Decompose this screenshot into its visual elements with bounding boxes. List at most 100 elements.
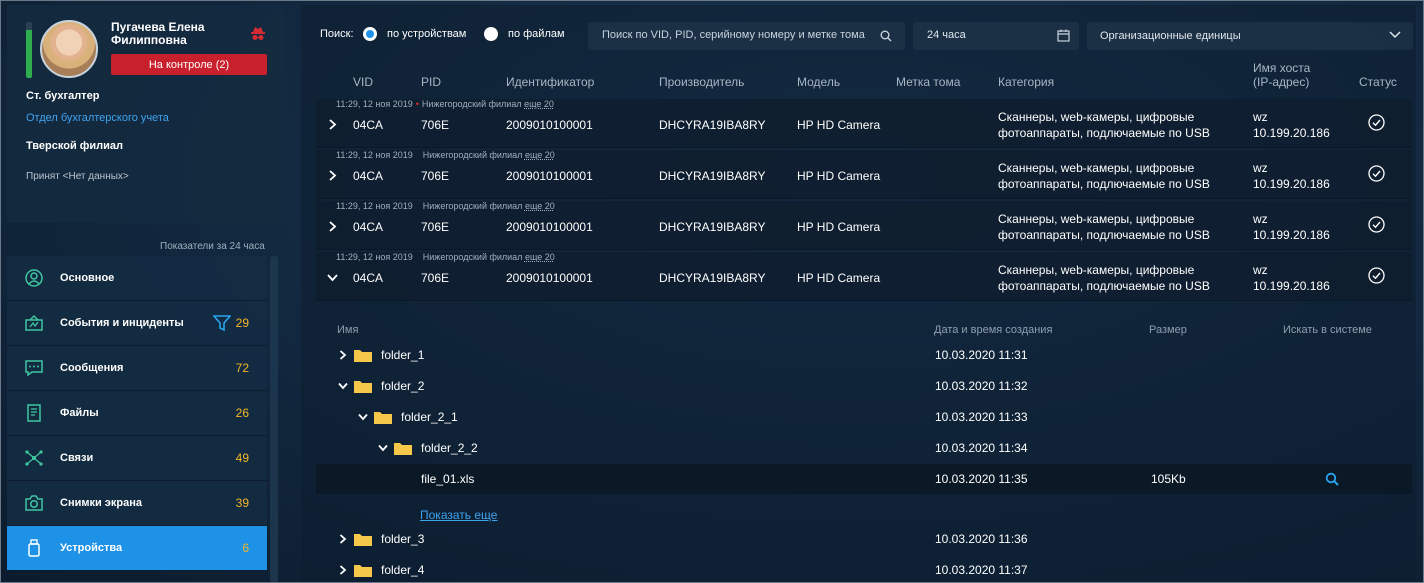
sidebar-item-count: 6: [242, 541, 249, 555]
period-picker[interactable]: 24 часа: [913, 22, 1079, 50]
files-col-name[interactable]: Имя: [337, 324, 358, 336]
search-by-devices-radio[interactable]: [363, 27, 377, 41]
device-time: 11:29, 12 ноя 2019: [336, 150, 413, 160]
tree-item-name: file_01.xls: [421, 472, 475, 486]
col-category[interactable]: Категория: [998, 75, 1054, 89]
device-branch: Нижегородский филиал: [422, 150, 523, 160]
tree-item-date: 10.03.2020 11:31: [935, 348, 1028, 362]
device-more-link[interactable]: еще 20: [524, 99, 554, 109]
chevron-down-icon[interactable]: [358, 412, 368, 422]
search-by-files-label[interactable]: по файлам: [508, 28, 565, 40]
chevron-right-icon[interactable]: [338, 350, 348, 360]
tree-row-folder[interactable]: folder_3 10.03.2020 11:36: [316, 524, 1412, 554]
col-volume-label[interactable]: Метка тома: [896, 75, 960, 89]
device-category-line-2: фотоаппараты, подлючаемые по USB: [998, 228, 1210, 242]
sidebar-item-count: 29: [235, 316, 249, 330]
device-hostname: wz: [1253, 263, 1268, 277]
device-row[interactable]: 11:29, 12 ноя 2019 Нижегородский филиал …: [316, 150, 1412, 199]
device-identifier: 2009010100001: [506, 118, 593, 132]
col-model[interactable]: Модель: [797, 75, 840, 89]
tree-row-folder[interactable]: folder_2 10.03.2020 11:32: [316, 371, 1412, 401]
folder-icon: [354, 350, 372, 362]
tree-item-date: 10.03.2020 11:35: [935, 472, 1028, 486]
device-hostname: wz: [1253, 161, 1268, 175]
tree-row-file[interactable]: file_01.xls 10.03.2020 11:35 105Kb: [316, 464, 1412, 494]
tree-item-date: 10.03.2020 11:37: [935, 563, 1028, 577]
files-col-size[interactable]: Размер: [1149, 324, 1187, 336]
chevron-right-icon[interactable]: [327, 221, 338, 232]
tree-row-folder[interactable]: folder_4 10.03.2020 11:37: [316, 555, 1412, 583]
sidebar-item-devices[interactable]: Устройства 6: [7, 526, 267, 571]
sidebar-item-count: 72: [235, 361, 249, 375]
device-model: HP HD Camera: [797, 271, 881, 285]
device-model: HP HD Camera: [797, 169, 881, 183]
device-meta: 11:29, 12 ноя 2019 Нижегородский филиал …: [336, 252, 555, 262]
chevron-right-icon[interactable]: [338, 565, 348, 575]
tree-item-date: 10.03.2020 11:34: [935, 441, 1028, 455]
sidebar-item-files[interactable]: Файлы 26: [7, 391, 267, 436]
device-vid: 04CA: [353, 271, 384, 285]
status-ok-icon: [1368, 216, 1385, 233]
spy-icon[interactable]: [250, 26, 266, 42]
tree-item-name: folder_2: [381, 379, 425, 393]
show-more-link[interactable]: Показать еще: [420, 508, 497, 522]
chevron-down-icon: [1389, 31, 1401, 39]
avatar: [40, 20, 98, 78]
device-time: 11:29, 12 ноя 2019: [336, 201, 413, 211]
device-time: 11:29, 12 ноя 2019: [336, 99, 413, 109]
sidebar-item-label: События и инциденты: [60, 317, 184, 329]
device-pid: 706E: [421, 271, 450, 285]
filter-icon[interactable]: [213, 314, 231, 332]
status-ok-icon: [1368, 267, 1385, 284]
chevron-right-icon[interactable]: [327, 170, 338, 181]
sidebar-scrollbar[interactable]: [270, 256, 278, 583]
device-pid: 706E: [421, 169, 450, 183]
files-col-date[interactable]: Дата и время создания: [934, 324, 1052, 336]
sidebar-item-connections[interactable]: Связи 49: [7, 436, 267, 481]
status-ok-icon: [1368, 165, 1385, 182]
device-row[interactable]: 11:29, 12 ноя 2019 Нижегородский филиал …: [316, 201, 1412, 250]
search-by-files-radio[interactable]: [484, 27, 498, 41]
col-host[interactable]: Имя хоста (IP-адрес): [1253, 61, 1310, 89]
device-identifier: 2009010100001: [506, 220, 593, 234]
search-label: Поиск:: [320, 28, 354, 40]
tree-item-name: folder_2_1: [401, 410, 458, 424]
device-category-line-2: фотоаппараты, подлючаемые по USB: [998, 177, 1210, 191]
chevron-down-icon[interactable]: [338, 381, 348, 391]
device-more-link[interactable]: еще 20: [525, 252, 555, 262]
chevron-right-icon[interactable]: [338, 534, 348, 544]
device-pid: 706E: [421, 118, 450, 132]
folder-icon: [354, 534, 372, 546]
sidebar-item-messages[interactable]: Сообщения 72: [7, 346, 267, 391]
tree-row-folder[interactable]: folder_1 10.03.2020 11:31: [316, 340, 1412, 370]
usb-icon: [28, 539, 40, 557]
chevron-down-icon[interactable]: [378, 443, 388, 453]
search-icon[interactable]: [880, 30, 892, 42]
device-category-line-2: фотоаппараты, подлючаемые по USB: [998, 126, 1210, 140]
device-row-expanded[interactable]: 11:29, 12 ноя 2019 Нижегородский филиал …: [316, 252, 1412, 301]
col-vendor[interactable]: Производитель: [659, 75, 744, 89]
department-link[interactable]: Отдел бухгалтерского учета: [26, 112, 169, 124]
folder-icon: [354, 565, 372, 577]
chevron-down-icon[interactable]: [327, 272, 338, 283]
col-vid[interactable]: VID: [353, 75, 373, 89]
search-in-system-icon[interactable]: [1325, 472, 1339, 486]
device-more-link[interactable]: еще 20: [525, 201, 555, 211]
chevron-right-icon[interactable]: [327, 119, 338, 130]
col-pid[interactable]: PID: [421, 75, 441, 89]
folder-icon: [354, 381, 372, 393]
search-input[interactable]: Поиск по VID, PID, серийному номеру и ме…: [588, 22, 905, 50]
col-status[interactable]: Статус: [1359, 75, 1397, 89]
org-units-select[interactable]: Организационные единицы: [1087, 22, 1413, 50]
tree-row-folder[interactable]: folder_2_1 10.03.2020 11:33: [316, 402, 1412, 432]
device-row[interactable]: 11:29, 12 ноя 2019 • Нижегородский филиал …: [316, 99, 1412, 148]
tree-row-folder[interactable]: folder_2_2 10.03.2020 11:34: [316, 433, 1412, 463]
on-control-badge[interactable]: На контроле (2): [111, 54, 267, 75]
sidebar-item-count: 49: [235, 451, 249, 465]
sidebar-item-main[interactable]: Основное: [7, 256, 267, 301]
search-by-devices-label[interactable]: по устройствам: [387, 28, 466, 40]
sidebar-item-screenshots[interactable]: Снимки экрана 39: [7, 481, 267, 526]
device-more-link[interactable]: еще 20: [525, 150, 555, 160]
sidebar-item-events[interactable]: События и инциденты 29: [7, 301, 267, 346]
col-identifier[interactable]: Идентификатор: [506, 75, 594, 89]
